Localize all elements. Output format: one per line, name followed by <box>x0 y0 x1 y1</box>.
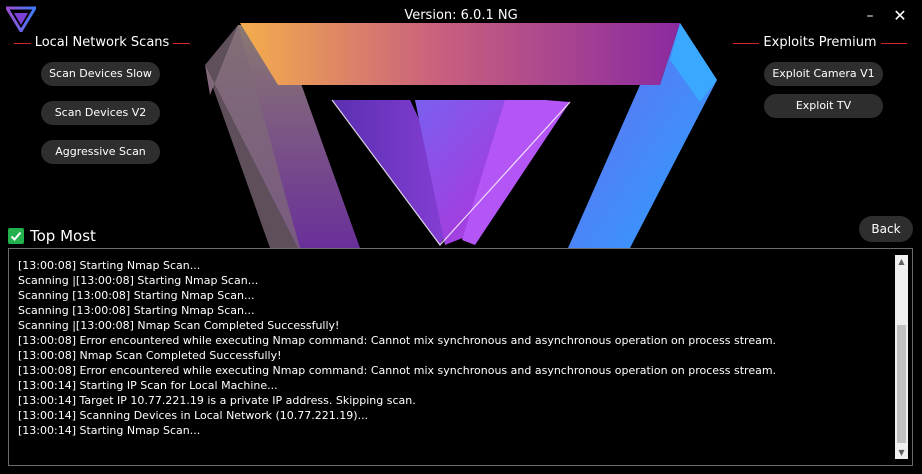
scan-devices-slow-button[interactable]: Scan Devices Slow <box>41 62 160 86</box>
scan-devices-v2-button[interactable]: Scan Devices V2 <box>41 101 160 125</box>
section-title: Local Network Scans <box>30 35 174 50</box>
log-line: [13:00:14] Target IP 10.77.221.19 is a p… <box>18 394 416 407</box>
log-line: Scanning [13:00:08] Starting Nmap Scan..… <box>18 304 255 317</box>
close-button[interactable]: ✕ <box>890 6 910 26</box>
app-logo-icon <box>6 6 36 32</box>
log-output-textbox[interactable]: [13:00:08] Starting Nmap Scan... Scanning… <box>8 248 913 466</box>
log-line: Scanning |[13:00:08] Starting Nmap Scan.… <box>18 274 259 287</box>
app-window: Version: 6.0.1 NG – ✕ Local Network Scan… <box>0 0 922 474</box>
local-network-scans-header: Local Network Scans <box>14 35 190 53</box>
top-most-label: Top Most <box>30 227 96 245</box>
log-line: [13:00:08] Error encountered while execu… <box>18 334 777 347</box>
aggressive-scan-button[interactable]: Aggressive Scan <box>41 140 160 164</box>
log-lines: [13:00:08] Starting Nmap Scan... Scanning… <box>18 258 888 438</box>
log-line: [13:00:08] Error encountered while execu… <box>18 364 777 377</box>
log-line: [13:00:14] Starting IP Scan for Local Ma… <box>18 379 278 392</box>
log-line: [13:00:14] Starting Nmap Scan... <box>18 424 201 437</box>
minimize-button[interactable]: – <box>860 6 880 26</box>
scrollbar-thumb[interactable] <box>897 325 906 443</box>
chevron-down-icon[interactable]: ▼ <box>895 446 908 459</box>
log-line: [13:00:08] Nmap Scan Completed Successfu… <box>18 349 282 362</box>
log-scrollbar[interactable]: ▲ ▼ <box>895 255 908 459</box>
top-most-checkbox[interactable]: Top Most <box>8 227 96 245</box>
hero-logo-image <box>205 23 717 248</box>
log-line: Scanning |[13:00:08] Nmap Scan Completed… <box>18 319 340 332</box>
section-title: Exploits Premium <box>759 35 881 50</box>
checkmark-icon[interactable] <box>8 228 24 244</box>
log-line: [13:00:08] Starting Nmap Scan... <box>18 259 201 272</box>
chevron-up-icon[interactable]: ▲ <box>895 255 908 268</box>
log-line: [13:00:14] Scanning Devices in Local Net… <box>18 409 369 422</box>
exploit-tv-button[interactable]: Exploit TV <box>764 94 883 118</box>
back-button[interactable]: Back <box>859 216 913 242</box>
exploits-premium-header: Exploits Premium <box>733 35 907 53</box>
exploit-camera-v1-button[interactable]: Exploit Camera V1 <box>764 62 883 86</box>
log-line: Scanning [13:00:08] Starting Nmap Scan..… <box>18 289 255 302</box>
